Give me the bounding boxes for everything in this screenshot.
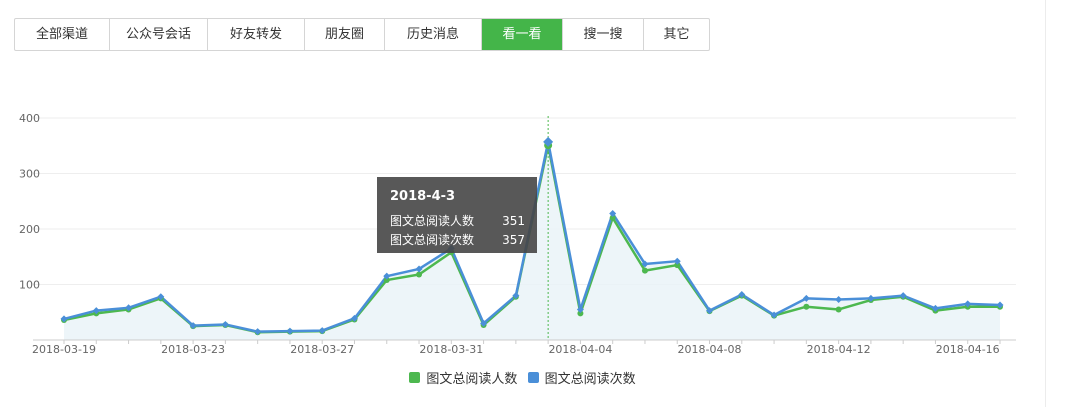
chart-legend: 图文总阅读人数 图文总阅读次数 (0, 368, 1045, 387)
tooltip-value: 357 (502, 233, 525, 247)
tooltip-value: 351 (502, 214, 525, 228)
y-tick-label: 300 (19, 168, 40, 181)
divider (1045, 0, 1046, 407)
tooltip-row: 图文总阅读人数 351 (390, 212, 525, 231)
legend-label: 图文总阅读次数 (544, 372, 636, 387)
data-point-people (641, 267, 648, 274)
x-tick-label: 2018-04-08 (678, 343, 742, 356)
x-tick-label: 2018-03-27 (290, 343, 354, 356)
x-tick-label: 2018-03-23 (161, 343, 225, 356)
tooltip-label: 图文总阅读次数 (390, 233, 475, 247)
legend-swatch-blue (527, 372, 539, 383)
legend-item-reads[interactable]: 图文总阅读次数 (527, 368, 636, 387)
tooltip-row: 图文总阅读次数 357 (390, 231, 525, 250)
tooltip-date: 2018-4-3 (390, 189, 456, 204)
legend-swatch-green (409, 372, 421, 383)
y-tick-label: 200 (19, 223, 40, 236)
x-tick-label: 2018-03-19 (32, 343, 96, 356)
x-tick-label: 2018-03-31 (419, 343, 483, 356)
legend-item-people[interactable]: 图文总阅读人数 (409, 368, 517, 387)
x-tick-label: 2018-04-16 (936, 343, 1000, 356)
x-tick-label: 2018-04-04 (548, 343, 612, 356)
data-point-people (835, 306, 842, 313)
tooltip-label: 图文总阅读人数 (390, 214, 475, 228)
y-tick-label: 100 (19, 279, 40, 292)
x-tick-label: 2018-04-12 (807, 343, 871, 356)
data-point-people (803, 303, 810, 310)
chart-tooltip: 2018-4-3 图文总阅读人数 351 图文总阅读次数 357 (377, 177, 537, 253)
legend-label: 图文总阅读人数 (426, 372, 518, 387)
y-tick-label: 400 (19, 112, 40, 125)
